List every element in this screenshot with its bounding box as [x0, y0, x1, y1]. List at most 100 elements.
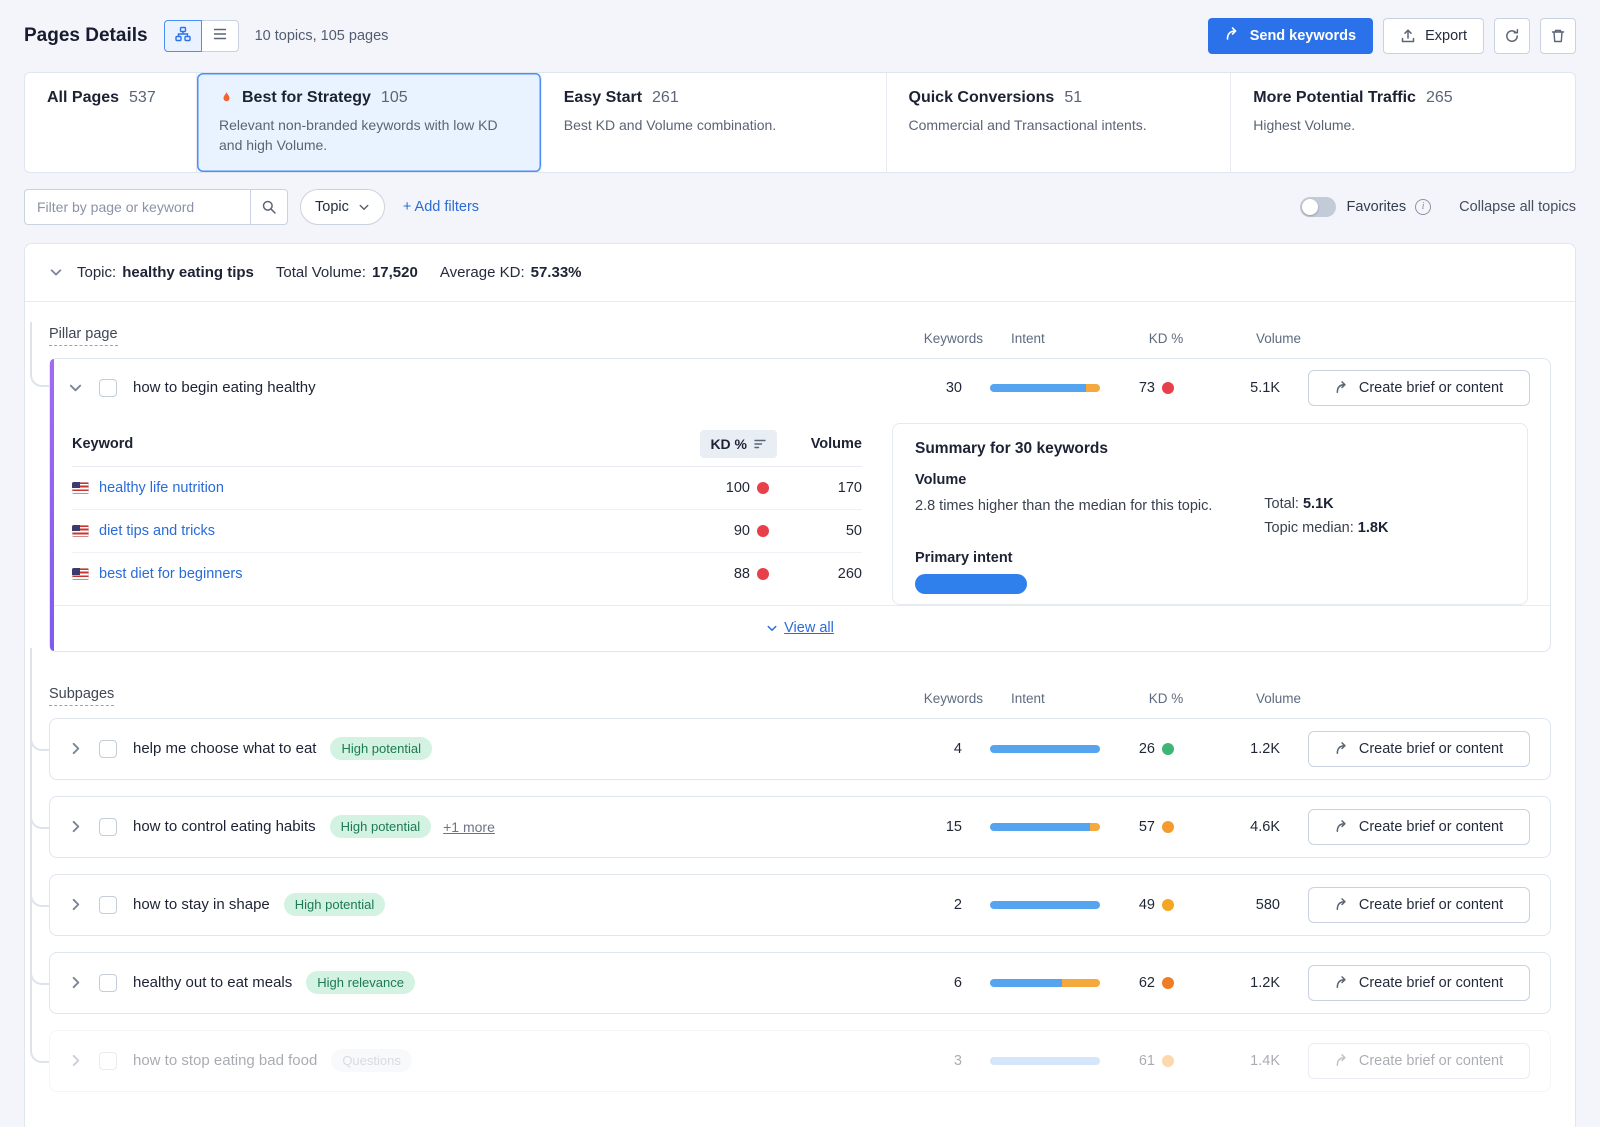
chevron-down-icon[interactable]	[68, 380, 83, 395]
tab-best-for-strategy[interactable]: Best for Strategy 105 Relevant non-brand…	[197, 73, 542, 172]
tab-label: Quick Conversions	[909, 89, 1055, 107]
tab-easy-start[interactable]: Easy Start 261 Best KD and Volume combin…	[542, 73, 887, 172]
subpage-row[interactable]: how to stay in shape High potential 2 49…	[49, 874, 1551, 936]
keyword-link[interactable]: diet tips and tricks	[99, 523, 215, 539]
row-checkbox[interactable]	[99, 379, 117, 397]
volume-value: 1.4K	[1220, 1053, 1280, 1069]
volume-value: 4.6K	[1220, 819, 1280, 835]
refresh-icon	[1504, 28, 1520, 44]
keyword-link[interactable]: healthy life nutrition	[99, 480, 224, 496]
keyword-table: Keyword KD %	[72, 423, 862, 605]
row-checkbox[interactable]	[99, 974, 117, 992]
refresh-button[interactable]	[1494, 18, 1530, 54]
subpage-title: healthy out to eat meals	[133, 974, 292, 991]
subpage-row[interactable]: how to stop eating bad food Questions 3 …	[49, 1030, 1551, 1092]
row-checkbox[interactable]	[99, 740, 117, 758]
forward-arrow-icon	[1335, 380, 1350, 395]
total-volume-label: Total Volume:	[276, 264, 366, 281]
page-title: Pages Details	[24, 25, 148, 47]
volume-value: 260	[777, 566, 862, 582]
pillar-page-row[interactable]: how to begin eating healthy 30 73 5.1K	[50, 359, 1550, 417]
keyword-column-header: Keyword	[72, 436, 667, 452]
info-icon[interactable]: i	[1415, 199, 1431, 215]
topic-filter-dropdown[interactable]: Topic	[300, 189, 385, 225]
kd-value: 57	[1139, 819, 1155, 835]
tab-more-potential-traffic[interactable]: More Potential Traffic 265 Highest Volum…	[1231, 73, 1575, 172]
kd-sort-header[interactable]: KD %	[700, 430, 777, 458]
flame-icon	[219, 90, 234, 106]
search-button[interactable]	[250, 189, 288, 225]
more-badges-link[interactable]: +1 more	[443, 819, 495, 835]
kd-dot	[1162, 1055, 1174, 1067]
pillar-metrics: 30 73 5.1K	[892, 370, 1530, 406]
chevron-right-icon[interactable]	[68, 741, 83, 756]
column-headers: Keywords Intent KD % Volume	[913, 691, 1551, 706]
tab-quick-conversions[interactable]: Quick Conversions 51 Commercial and Tran…	[887, 73, 1232, 172]
tab-all-pages[interactable]: All Pages 537	[25, 73, 197, 172]
chevron-down-icon	[766, 622, 778, 634]
forward-arrow-icon	[1335, 741, 1350, 756]
top-bar-actions: Send keywords Export	[1208, 18, 1576, 54]
search-icon	[261, 199, 277, 215]
row-checkbox[interactable]	[99, 896, 117, 914]
topic-card: Topic: healthy eating tips Total Volume:…	[24, 243, 1576, 1127]
total-label: Total:	[1264, 496, 1299, 512]
tab-count: 537	[129, 89, 156, 107]
view-toggle-group	[164, 20, 239, 52]
us-flag-icon	[72, 525, 89, 537]
subpage-row[interactable]: help me choose what to eat High potentia…	[49, 718, 1551, 780]
create-brief-button[interactable]: Create brief or content	[1308, 965, 1530, 1001]
forward-arrow-icon	[1335, 975, 1350, 990]
send-keywords-button[interactable]: Send keywords	[1208, 18, 1373, 54]
chevron-right-icon[interactable]	[68, 1053, 83, 1068]
kd-dot	[1162, 899, 1174, 911]
create-brief-button[interactable]: Create brief or content	[1308, 809, 1530, 845]
view-all-link[interactable]: View all	[766, 620, 834, 636]
row-checkbox[interactable]	[99, 818, 117, 836]
topics-view-button[interactable]	[164, 20, 202, 52]
topic-content: Pillar page Keywords Intent KD % Volume	[25, 302, 1575, 1127]
status-badge: High potential	[284, 893, 386, 916]
summary-stats: Total: 5.1K Topic median: 1.8K	[1264, 496, 1505, 536]
create-brief-label: Create brief or content	[1359, 897, 1503, 913]
subpage-row[interactable]: how to control eating habits High potent…	[49, 796, 1551, 858]
volume-value: 1.2K	[1220, 975, 1280, 991]
collapse-all-topics-link[interactable]: Collapse all topics	[1459, 199, 1576, 215]
list-view-button[interactable]	[201, 20, 239, 52]
intent-bar	[990, 745, 1100, 753]
tab-description: Highest Volume.	[1253, 115, 1553, 135]
pillar-page-title: how to begin eating healthy	[133, 379, 316, 396]
pillar-page-card: how to begin eating healthy 30 73 5.1K	[49, 358, 1551, 652]
favorites-toggle[interactable]	[1300, 197, 1336, 217]
kd-cell: 100	[667, 480, 777, 496]
kd-dot	[1162, 821, 1174, 833]
tab-description: Relevant non-branded keywords with low K…	[219, 115, 519, 156]
keyword-row: healthy life nutrition 100 170	[72, 467, 862, 510]
create-brief-button[interactable]: Create brief or content	[1308, 370, 1530, 406]
chevron-right-icon[interactable]	[68, 975, 83, 990]
kd-cell: 73	[1116, 380, 1174, 396]
keywords-count: 15	[892, 819, 962, 835]
keywords-column-header: Keywords	[913, 331, 983, 346]
intent-column-header: Intent	[1011, 691, 1121, 706]
keyword-link[interactable]: best diet for beginners	[99, 566, 242, 582]
tab-description: Best KD and Volume combination.	[564, 115, 864, 135]
row-checkbox[interactable]	[99, 1052, 117, 1070]
subpage-row[interactable]: healthy out to eat meals High relevance …	[49, 952, 1551, 1014]
status-badge: High potential	[330, 815, 432, 838]
create-brief-label: Create brief or content	[1359, 975, 1503, 991]
add-filters-link[interactable]: + Add filters	[403, 199, 479, 215]
forward-arrow-icon	[1225, 26, 1241, 46]
chevron-right-icon[interactable]	[68, 819, 83, 834]
create-brief-button[interactable]: Create brief or content	[1308, 1043, 1530, 1079]
create-brief-button[interactable]: Create brief or content	[1308, 887, 1530, 923]
chevron-right-icon[interactable]	[68, 897, 83, 912]
forward-arrow-icon	[1335, 897, 1350, 912]
kd-column-header: KD %	[1137, 691, 1195, 706]
view-all-label: View all	[784, 620, 834, 636]
create-brief-button[interactable]: Create brief or content	[1308, 731, 1530, 767]
search-input[interactable]	[24, 189, 250, 225]
chevron-down-icon[interactable]	[49, 265, 63, 279]
delete-button[interactable]	[1540, 18, 1576, 54]
export-button[interactable]: Export	[1383, 18, 1484, 54]
